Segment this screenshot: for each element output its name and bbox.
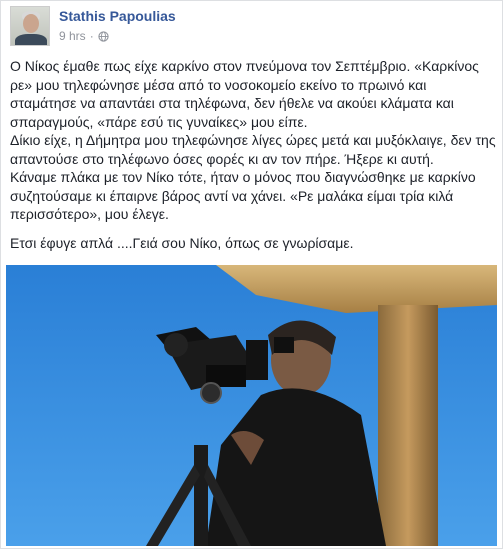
globe-icon[interactable] (98, 30, 109, 42)
post-paragraph: Ετσι έφυγε απλά ....Γειά σου Νίκο, όπως … (10, 234, 354, 251)
author-name-link[interactable]: Stathis Papoulias (59, 8, 176, 24)
author-avatar[interactable] (10, 6, 50, 46)
separator-dot: · (89, 29, 94, 43)
facebook-post: Stathis Papoulias 9 hrs · Ο Νίκος έμαθε … (0, 0, 503, 549)
post-meta: Stathis Papoulias 9 hrs · (59, 8, 176, 43)
post-subline: 9 hrs · (59, 29, 176, 43)
photo-cameraman-illustration (6, 265, 497, 546)
post-paragraph: Ο Νίκος έμαθε πως είχε καρκίνο στον πνεύ… (10, 58, 479, 130)
post-header: Stathis Papoulias 9 hrs · (10, 6, 176, 46)
post-timestamp-link[interactable]: 9 hrs (59, 29, 86, 43)
post-paragraph: Κάναμε πλάκα με τον Νίκο τότε, ήταν ο μό… (10, 169, 476, 222)
post-text: Ο Νίκος έμαθε πως είχε καρκίνο στον πνεύ… (10, 57, 496, 252)
post-photo[interactable] (6, 265, 497, 546)
post-paragraph: Δίκιο είχε, η Δήμητρα μου τηλεφώνησε λίγ… (10, 132, 496, 167)
